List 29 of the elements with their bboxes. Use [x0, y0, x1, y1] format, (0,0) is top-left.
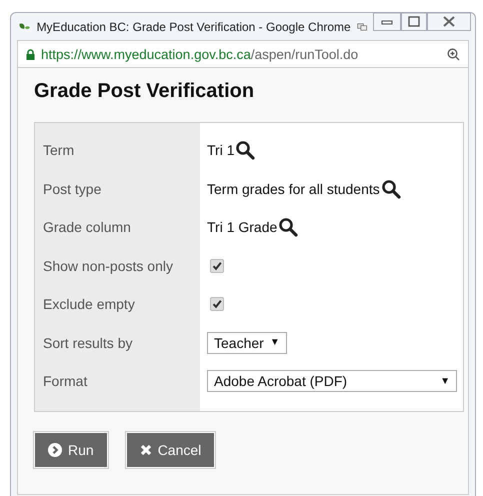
search-icon[interactable]	[235, 140, 256, 160]
cancel-button[interactable]: Cancel	[126, 432, 216, 468]
search-icon[interactable]	[278, 217, 298, 238]
field-label: Show non-posts only	[43, 258, 173, 274]
dropdown[interactable]: Teacher ▼	[207, 332, 287, 354]
field-label: Sort results by	[43, 334, 132, 351]
lock-icon	[26, 48, 35, 60]
field-label: Grade column	[43, 219, 131, 236]
checkbox[interactable]	[210, 297, 224, 312]
field-label: Format	[43, 373, 88, 390]
zoom-icon[interactable]	[447, 48, 460, 60]
dialog-title: Grade Post Verification	[34, 80, 254, 103]
close-icon[interactable]	[427, 13, 471, 31]
field-value: Term grades for all students	[207, 180, 380, 197]
search-icon[interactable]	[380, 178, 401, 199]
checkbox[interactable]	[210, 258, 224, 273]
dropdown[interactable]: Adobe Acrobat (PDF) ▼	[207, 370, 457, 392]
run-button[interactable]: Run	[34, 432, 108, 468]
close-icon	[140, 444, 152, 456]
field-label: Post type	[43, 180, 102, 197]
field-label: Exclude empty	[43, 296, 135, 312]
window-title: MyEducation BC: Grade Post Verification - Google Chrome	[36, 20, 351, 34]
minimize-icon[interactable]	[373, 13, 401, 31]
field-label: Term	[43, 142, 74, 158]
field-value: Tri 1	[207, 142, 234, 158]
field-value: Tri 1 Grade	[207, 219, 278, 236]
maximize-icon[interactable]	[401, 13, 427, 31]
arrow-circle-icon	[48, 442, 62, 456]
windows-icon	[356, 20, 367, 32]
